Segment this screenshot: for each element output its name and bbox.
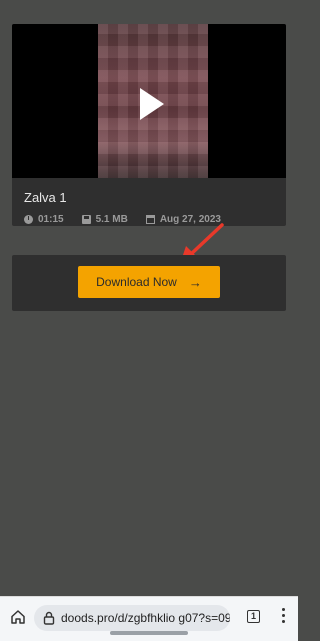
address-bar[interactable]: doods.pro/d/zgbfhklio g07?s=09 bbox=[34, 605, 230, 631]
lock-icon bbox=[43, 611, 55, 625]
file-size-icon bbox=[81, 215, 91, 224]
calendar-icon bbox=[145, 215, 155, 224]
gesture-handle bbox=[110, 631, 188, 635]
tab-switcher-button[interactable]: 1 bbox=[247, 610, 260, 623]
play-icon[interactable] bbox=[140, 88, 164, 120]
video-size: 5.1 MB bbox=[95, 214, 128, 225]
download-label: Download Now bbox=[96, 275, 177, 289]
video-card: Zalva 1 01:15 5.1 MB Aug 27, 2023 bbox=[12, 24, 286, 226]
arrow-right-icon: → bbox=[188, 274, 202, 290]
download-now-button[interactable]: Download Now → bbox=[78, 266, 220, 298]
url-text: doods.pro/d/zgbfhklio g07?s=09 bbox=[61, 611, 230, 625]
home-icon[interactable] bbox=[10, 609, 26, 625]
video-duration: 01:15 bbox=[38, 214, 64, 225]
video-player[interactable] bbox=[12, 24, 286, 178]
video-title: Zalva 1 bbox=[24, 190, 67, 205]
clock-icon bbox=[24, 215, 33, 224]
more-menu-icon[interactable] bbox=[282, 608, 286, 626]
download-card: Download Now → bbox=[12, 255, 286, 311]
